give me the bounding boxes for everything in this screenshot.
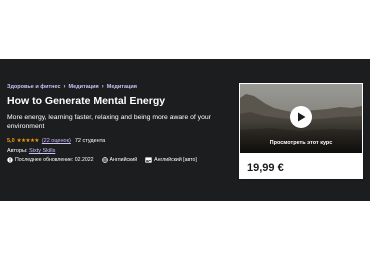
star-rating-icon: ★★★★★ — [16, 138, 40, 144]
breadcrumb: Здоровье и фитнес › Медитация › Медитаци… — [7, 84, 137, 90]
course-preview[interactable]: Просмотреть этот курс — [240, 84, 362, 153]
breadcrumb-item-health[interactable]: Здоровье и фитнес — [7, 84, 61, 90]
course-meta-row: Последнее обновление: 02.2022 Английский… — [7, 157, 202, 163]
course-price: 19,99 € — [247, 162, 284, 174]
course-subtitle: More energy, learning faster, relaxing a… — [7, 114, 211, 130]
breadcrumb-item-meditation-topic[interactable]: Медитация — [107, 84, 137, 90]
reviews-link[interactable]: (22 оценок) — [42, 138, 71, 144]
captions-text: Английский [авто] — [154, 157, 197, 163]
rating-value: 5,0 — [7, 138, 15, 144]
course-captions: Английский [авто] — [145, 157, 197, 163]
captions-icon — [145, 157, 152, 163]
preview-label[interactable]: Просмотреть этот курс — [240, 140, 362, 146]
language-text: Английский — [109, 157, 138, 163]
authors-row: Авторы: Sixty Skills — [7, 148, 55, 154]
course-title: How to Generate Mental Energy — [7, 95, 166, 107]
play-button[interactable] — [290, 106, 312, 128]
course-purchase-card: Просмотреть этот курс 19,99 € — [239, 83, 363, 179]
chevron-right-icon: › — [63, 84, 66, 90]
globe-icon — [101, 157, 108, 163]
breadcrumb-item-meditation[interactable]: Медитация — [69, 84, 99, 90]
authors-label: Авторы: — [7, 148, 28, 154]
course-language: Английский — [101, 157, 138, 163]
play-icon — [297, 112, 305, 122]
last-updated-text: Последнее обновление: 02.2022 — [15, 157, 94, 163]
alert-icon — [7, 157, 13, 163]
chevron-right-icon: › — [101, 84, 104, 90]
last-updated: Последнее обновление: 02.2022 — [7, 157, 94, 163]
rating-row: 5,0 ★★★★★ (22 оценок) 72 студента — [7, 138, 105, 144]
author-link[interactable]: Sixty Skills — [29, 148, 55, 154]
students-count: 72 студента — [74, 138, 106, 144]
